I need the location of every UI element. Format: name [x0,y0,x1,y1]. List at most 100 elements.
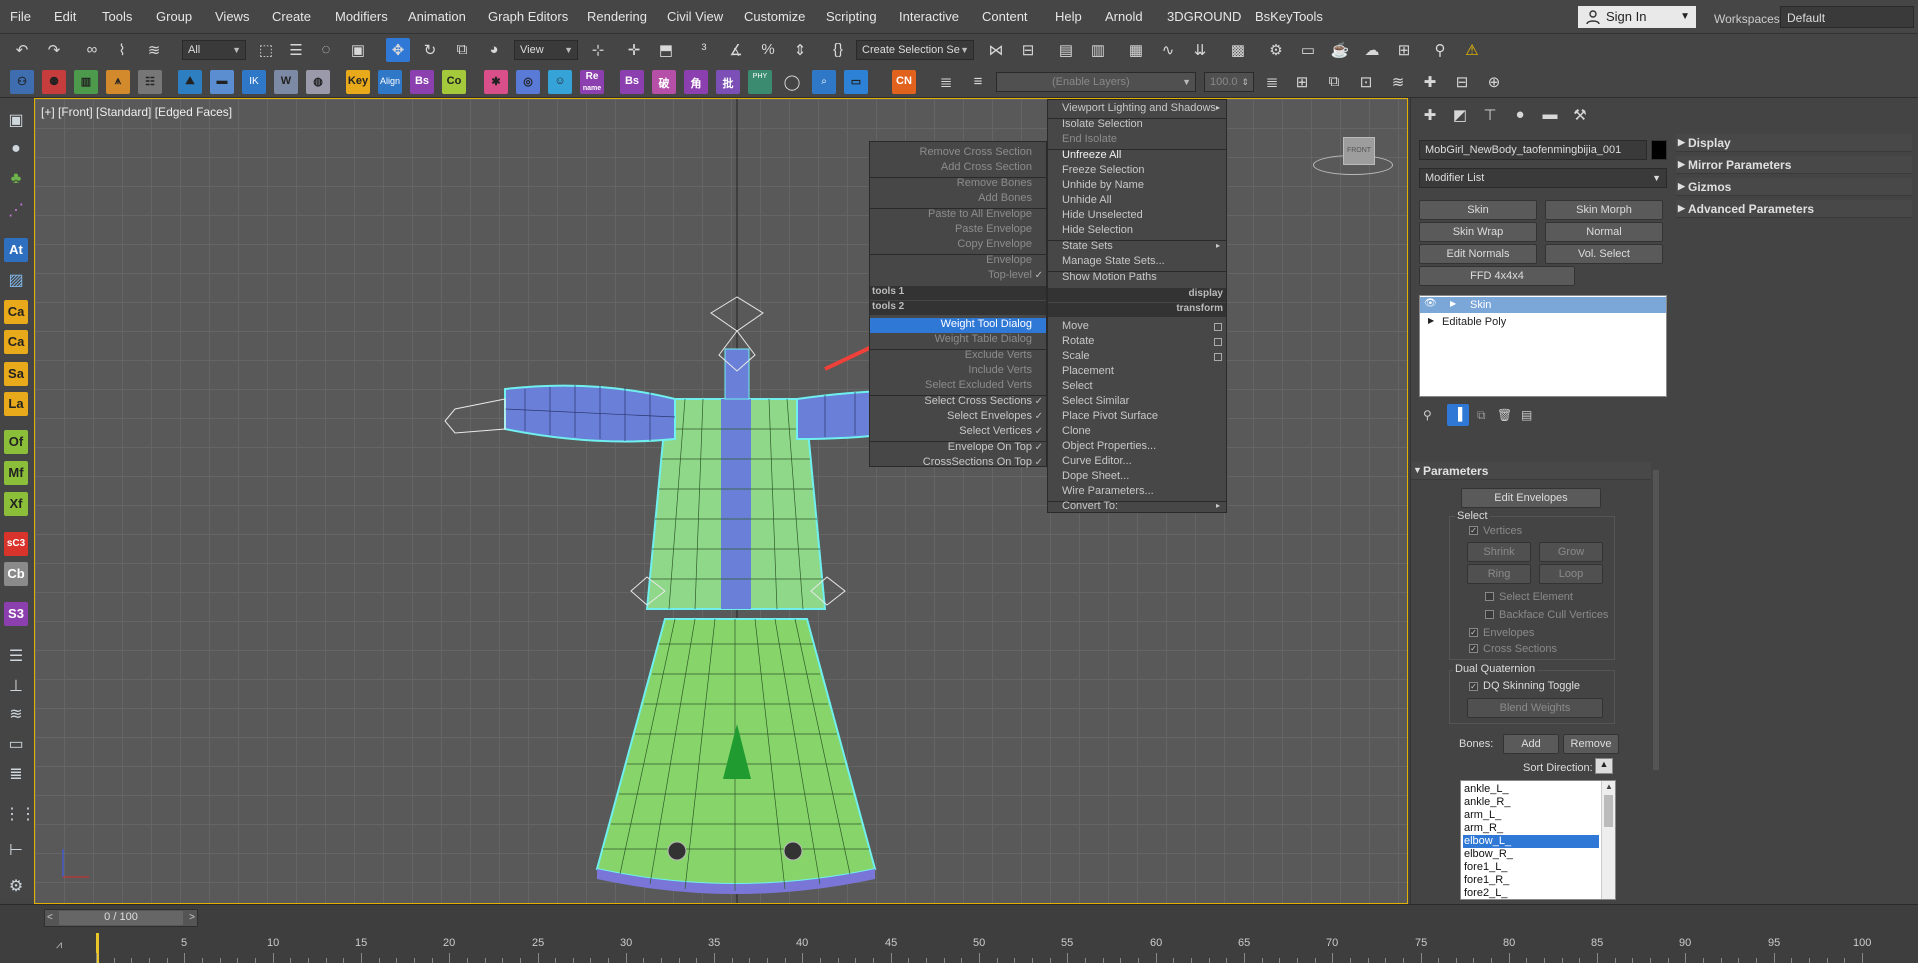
bones-list[interactable]: ankle_L_ ankle_R_ arm_L_ arm_R_ elbow_L_… [1460,780,1616,900]
menu-tools[interactable]: Tools [102,9,132,24]
select-excluded-verts-item[interactable]: Select Excluded Verts [870,379,1046,394]
menu-views[interactable]: Views [215,9,249,24]
layer-tool-4-button[interactable]: ⊡ [1354,70,1378,94]
curve-editor-item[interactable]: Curve Editor... [1048,455,1226,470]
sa-button[interactable]: Sa [4,362,28,386]
prev-frame-button[interactable]: < [47,912,53,923]
next-frame-button[interactable]: > [189,912,195,923]
remove-bone-button[interactable]: Remove [1563,734,1619,754]
box-button[interactable]: ▣ [4,108,28,132]
batch-tool-button[interactable]: 批 [716,70,740,94]
unfreeze-all-item[interactable]: Unfreeze All [1048,149,1226,164]
envelope-on-top-item[interactable]: Envelope On Top ✓ [870,441,1046,456]
curve-toggle-icon[interactable]: ⩘ [56,939,62,952]
stack-button[interactable]: ≋ [4,702,28,726]
add-cross-section-item[interactable]: Add Cross Section [870,161,1046,176]
bones-list-scrollbar[interactable]: ▲ [1601,781,1615,899]
layers-button[interactable]: ≣ [934,70,958,94]
alien-tool-button[interactable]: ☺ [548,70,572,94]
expand-arrow-icon[interactable]: ▶ [1428,316,1434,325]
bone-list-item[interactable]: elbow_R_ [1463,848,1599,861]
bone-tool-button[interactable]: ⩚ [106,70,130,94]
connect-button[interactable]: ⋰ [4,198,28,222]
gear-button[interactable]: ⚙ [4,874,28,898]
crosssections-on-top-item[interactable]: CrossSections On Top ✓ [870,456,1046,471]
sphere-button[interactable]: ● [4,138,28,162]
object-properties-item[interactable]: Object Properties... [1048,440,1226,455]
include-verts-item[interactable]: Include Verts [870,364,1046,379]
settings-box-icon[interactable] [1214,323,1222,331]
layer-tool-7-button[interactable]: ⊟ [1450,70,1474,94]
workspaces-dropdown[interactable]: Default [1780,6,1914,28]
named-selection-set-dropdown[interactable]: Create Selection Se ▼ [856,40,974,60]
ik-tool-button[interactable]: IK [242,70,266,94]
select-item[interactable]: Select [1048,380,1226,395]
normal-button[interactable]: Normal [1545,222,1663,242]
plane-tool-button[interactable]: ▬ [210,70,234,94]
scroll-up-icon[interactable]: ▲ [1605,782,1613,791]
bone-list-item[interactable]: fore1_R_ [1463,874,1599,887]
mirror-button[interactable]: ⋈ [984,38,1008,62]
menu-civil-view[interactable]: Civil View [667,9,723,24]
weight-table-dialog-item[interactable]: Weight Table Dialog [870,333,1046,348]
mountain-tool-button[interactable]: ⛰ [178,70,202,94]
tree-button[interactable]: ♣ [4,168,28,192]
end-isolate-item[interactable]: End Isolate [1048,133,1226,148]
toggle-ribbon-button[interactable]: ▦ [1124,38,1148,62]
percent-snap-toggle[interactable]: % [756,38,780,62]
layer-tool-3-button[interactable]: ⧉ [1322,70,1346,94]
convert-to-item[interactable]: Convert To: ▸ [1048,500,1226,515]
backface-checkbox[interactable] [1485,610,1494,619]
dq-skinning-checkbox[interactable]: ✓ [1469,682,1478,691]
align-left-button[interactable]: ⊢ [4,838,28,862]
layer-tool-8-button[interactable]: ⊕ [1482,70,1506,94]
select-and-move-button[interactable]: ✥ [386,38,410,62]
rename-tool-button[interactable]: Re name [580,70,604,94]
menu-rendering[interactable]: Rendering [587,9,647,24]
place-button[interactable]: ◕ [482,38,506,62]
select-element-checkbox[interactable] [1485,592,1494,601]
skin-button[interactable]: Skin [1419,200,1537,220]
animation-tool-button[interactable]: ⚲ [1428,38,1452,62]
material-editor-button[interactable]: ▩ [1226,38,1250,62]
configure-modifier-sets-button[interactable]: ▤ [1521,408,1532,422]
select-and-rotate-button[interactable]: ↻ [418,38,442,62]
select-envelopes-item[interactable]: Select Envelopes ✓ [870,410,1046,425]
toggle-scene-explorer-button[interactable]: ▤ [1054,38,1078,62]
menu-file[interactable]: File [10,9,31,24]
viewcube[interactable]: FRONT [1343,137,1375,165]
ffd-button[interactable]: FFD 4x4x4 [1419,266,1575,286]
render-production-button[interactable]: ☕ [1328,38,1352,62]
spinner-snap-toggle[interactable]: ⇕ [788,38,812,62]
remove-bones-item[interactable]: Remove Bones [870,177,1046,192]
book-tool-button[interactable]: ▥ [74,70,98,94]
ca2-button[interactable]: Ca [4,330,28,354]
reference-coordinate-dropdown[interactable]: View ▼ [514,40,578,60]
render-iterative-button[interactable]: ⊞ [1392,38,1416,62]
edit-named-selection-button[interactable]: {} [826,38,850,62]
modifier-stack[interactable]: 👁 ▶ Skin ▶ Editable Poly [1419,295,1667,397]
curve-editor-button[interactable]: ∿ [1156,38,1180,62]
menu-scripting[interactable]: Scripting [826,9,877,24]
paste-to-all-envelope-item[interactable]: Paste to All Envelope [870,208,1046,223]
biped-tool-button[interactable]: ⚉ [42,70,66,94]
copy-envelope-item[interactable]: Copy Envelope [870,238,1046,253]
skin-wrap-button[interactable]: Skin Wrap [1419,222,1537,242]
weight-tool-dialog-item[interactable]: Weight Tool Dialog [870,318,1046,333]
track-bar[interactable]: 5 10 15 20 25 30 35 40 45 50 55 60 65 70 75 80 85 90 95 100 [96,933,1871,963]
selection-filter-dropdown[interactable]: All ▼ [182,40,246,60]
search-tool-button[interactable]: ⌕ [812,70,836,94]
cn-tool-button[interactable]: CN [892,70,916,94]
layer-tool-5-button[interactable]: ≋ [1386,70,1410,94]
sort-direction-button[interactable]: ▲ [1595,758,1613,774]
align-tool-button[interactable]: Align [378,70,402,94]
rotate-item[interactable]: Rotate [1048,335,1226,350]
enable-layers-dropdown[interactable]: (Enable Layers) ▼ [996,72,1196,92]
pin-button[interactable]: ⊥ [4,674,28,698]
skin-morph-button[interactable]: Skin Morph [1545,200,1663,220]
settings-box-icon[interactable] [1214,353,1222,361]
isolate-selection-item[interactable]: Isolate Selection [1048,118,1226,133]
display-rollout-header[interactable]: ▶ Display [1676,134,1912,152]
create-tab[interactable]: ✚ [1419,106,1441,128]
folder-tool-button[interactable]: ▭ [844,70,868,94]
